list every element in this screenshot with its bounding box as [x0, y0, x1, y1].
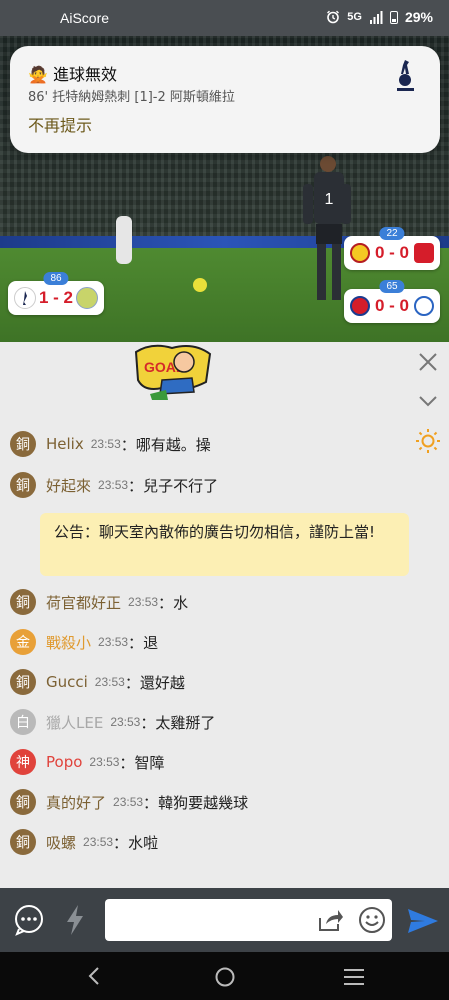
tottenham-crest-icon	[397, 60, 414, 91]
close-icon[interactable]	[418, 352, 438, 372]
username[interactable]: Gucci	[46, 673, 88, 691]
side-match-card-1[interactable]: 22 0 - 0	[344, 227, 440, 270]
message-text: 還好越	[139, 673, 185, 692]
message-text: 智障	[134, 753, 165, 772]
message-text: 太雞掰了	[155, 713, 216, 732]
announcement-box: 公告：聊天室內散佈的廣告切勿相信，謹防上當!	[40, 513, 409, 576]
goal-notification[interactable]: 🙅 進球無效 86' 托特納姆熱刺 [1]-2 阿斯頓維拉 不再提示	[10, 46, 440, 153]
username[interactable]: Popo	[46, 753, 82, 771]
user-level-badge: 金	[10, 629, 36, 655]
goal-sticker-icon: GOAL	[134, 344, 212, 400]
chat-message: 銅 Gucci 23:53 ： 還好越	[10, 669, 185, 695]
notification-body: 86' 托特納姆熱刺 [1]-2 阿斯頓維拉	[28, 90, 235, 105]
message-text: 兒子不行了	[143, 476, 219, 495]
username[interactable]: 戰殺小	[46, 632, 91, 653]
chevron-down-icon[interactable]	[418, 394, 438, 408]
outfield-player	[116, 216, 132, 264]
player-number: 1	[325, 191, 334, 208]
username[interactable]: 獵人LEE	[46, 712, 103, 733]
user-level-badge: 銅	[10, 789, 36, 815]
user-level-badge: 神	[10, 749, 36, 775]
battery-icon	[389, 10, 398, 24]
status-icons: 5G 29%	[326, 9, 433, 25]
separator: ：	[120, 435, 136, 454]
message-time: 23:53	[128, 595, 159, 609]
username[interactable]: 真的好了	[46, 792, 106, 813]
chat-message: 銅 吸螺 23:53 ： 水啦	[10, 829, 158, 855]
chat-message: 白 獵人LEE 23:53 ： 太雞掰了	[10, 709, 215, 735]
user-level-badge: 銅	[10, 589, 36, 615]
separator: ：	[140, 713, 156, 732]
message-time: 23:53	[98, 478, 129, 492]
chat-message: 銅 荷官都好正 23:53 ： 水	[10, 589, 188, 615]
message-text: 退	[143, 633, 159, 652]
message-time: 23:53	[94, 675, 125, 689]
user-level-badge: 白	[10, 709, 36, 735]
away-team-logo-icon	[76, 287, 98, 309]
lightning-icon[interactable]	[64, 904, 86, 936]
separator: ：	[119, 753, 135, 772]
chat-bubble-icon[interactable]	[13, 904, 45, 936]
message-time: 23:53	[89, 755, 120, 769]
recents-icon[interactable]	[343, 968, 365, 986]
battery-percent: 29%	[404, 9, 433, 25]
username[interactable]: 好起來	[46, 475, 91, 496]
message-text: 韓狗要越幾球	[158, 793, 249, 812]
side-match-card-2[interactable]: 65 0 - 0	[344, 280, 440, 323]
chat-input-bar	[0, 888, 449, 952]
user-level-badge: 銅	[10, 669, 36, 695]
app-name: AiScore	[60, 10, 110, 26]
separator: ：	[124, 673, 140, 692]
username[interactable]: 吸螺	[46, 832, 76, 853]
username[interactable]: Helix	[46, 435, 84, 453]
separator: ：	[143, 793, 159, 812]
username[interactable]: 荷官都好正	[46, 592, 121, 613]
separator: ：	[113, 833, 129, 852]
goalkeeper-figure: 1	[303, 156, 351, 300]
chat-message: 銅 好起來 23:53 ： 兒子不行了	[10, 472, 218, 498]
home-icon[interactable]	[214, 966, 236, 988]
team-logo-icon	[414, 243, 434, 263]
message-time: 23:53	[98, 635, 129, 649]
message-text: 水啦	[128, 833, 159, 852]
dont-remind-button[interactable]: 不再提示	[28, 112, 92, 136]
chat-message: 銅 Helix 23:53 ： 哪有越。操	[10, 431, 211, 457]
network-type: 5G	[347, 11, 362, 23]
announcement-text: 公告：聊天室內散佈的廣告切勿相信，謹防上當!	[54, 523, 376, 541]
main-match-card[interactable]: 86 1 - 2	[8, 272, 104, 315]
separator: ：	[158, 593, 174, 612]
chat-message: 銅 真的好了 23:53 ： 韓狗要越幾球	[10, 789, 248, 815]
send-icon[interactable]	[407, 908, 439, 934]
chat-message: 金 戰殺小 23:53 ： 退	[10, 629, 158, 655]
chat-message: 神 Popo 23:53 ： 智障	[10, 749, 164, 775]
message-time: 23:53	[83, 835, 114, 849]
user-level-badge: 銅	[10, 431, 36, 457]
team-logo-icon	[414, 296, 434, 316]
message-text: 水	[173, 593, 189, 612]
message-time: 23:53	[113, 795, 144, 809]
emoji-icon[interactable]	[358, 906, 386, 934]
ball	[193, 278, 207, 292]
notification-title: 🙅 進球無效	[28, 65, 118, 84]
message-time: 23:53	[110, 715, 141, 729]
system-nav-bar	[0, 952, 449, 1000]
message-text: 哪有越。操	[135, 435, 211, 454]
user-level-badge: 銅	[10, 829, 36, 855]
brightness-icon[interactable]	[415, 428, 441, 454]
alarm-icon	[327, 10, 340, 24]
separator: ：	[128, 633, 144, 652]
separator: ：	[128, 476, 144, 495]
message-input[interactable]	[105, 899, 392, 941]
share-icon[interactable]	[318, 908, 344, 932]
message-time: 23:53	[90, 437, 121, 451]
signal-icon	[369, 10, 383, 24]
status-bar: AiScore 5G 29%	[0, 0, 449, 36]
user-level-badge: 銅	[10, 472, 36, 498]
back-icon[interactable]	[86, 966, 102, 986]
